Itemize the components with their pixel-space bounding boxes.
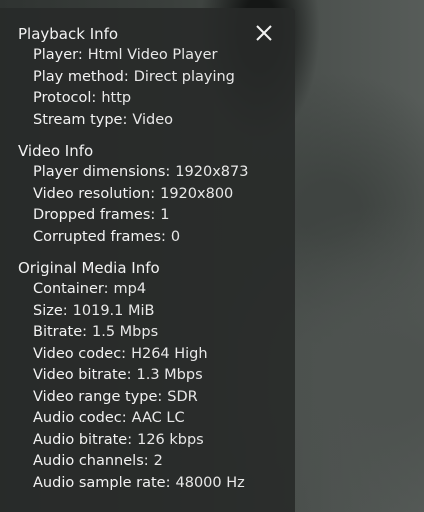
info-value: http bbox=[101, 90, 132, 106]
info-row: Player: Html Video Player bbox=[18, 45, 295, 67]
info-value: 1.5 Mbps bbox=[92, 324, 159, 340]
info-label: Video resolution: bbox=[33, 185, 156, 202]
info-value: 1019.1 MiB bbox=[72, 302, 155, 319]
playback-info-panel: Playback Info Player: Html Video Player P… bbox=[0, 8, 295, 512]
info-row: Audio codec: AAC LC bbox=[18, 408, 295, 430]
info-value: 1920x873 bbox=[175, 164, 249, 180]
info-label: Audio bitrate: bbox=[33, 431, 133, 448]
info-value: 126 kbps bbox=[137, 431, 204, 448]
close-icon bbox=[256, 25, 272, 41]
info-label: Player: bbox=[33, 47, 83, 63]
info-row: Bitrate: 1.5 Mbps bbox=[18, 322, 295, 344]
info-value: mp4 bbox=[113, 281, 147, 297]
info-label: Video range type: bbox=[33, 388, 163, 405]
info-row: Container: mp4 bbox=[18, 279, 295, 301]
info-value: 1920x800 bbox=[160, 185, 234, 202]
info-label: Corrupted frames: bbox=[33, 228, 166, 245]
info-value: 48000 Hz bbox=[175, 474, 245, 491]
info-value: 1.3 Mbps bbox=[136, 367, 203, 383]
info-value: 1 bbox=[160, 207, 170, 223]
info-label: Protocol: bbox=[33, 90, 97, 106]
info-row: Video codec: H264 High bbox=[18, 344, 295, 366]
video-player[interactable]: Playback Info Player: Html Video Player P… bbox=[0, 0, 424, 512]
info-row: Size: 1019.1 MiB bbox=[18, 301, 295, 323]
info-label: Audio channels: bbox=[33, 453, 149, 469]
info-label: Video bitrate: bbox=[33, 367, 132, 383]
info-row: Audio sample rate: 48000 Hz bbox=[18, 473, 295, 495]
info-value: AAC LC bbox=[131, 410, 185, 426]
info-row: Video resolution: 1920x800 bbox=[18, 184, 295, 206]
info-value: Html Video Player bbox=[87, 47, 218, 63]
info-row: Dropped frames: 1 bbox=[18, 205, 295, 227]
info-label: Play method: bbox=[33, 68, 129, 85]
section-title: Original Media Info bbox=[18, 259, 160, 277]
close-button[interactable] bbox=[255, 24, 273, 42]
info-value: H264 High bbox=[131, 345, 208, 362]
info-row: Player dimensions: 1920x873 bbox=[18, 162, 295, 184]
info-row: Corrupted frames: 0 bbox=[18, 227, 295, 249]
info-label: Size: bbox=[33, 302, 68, 319]
section-title: Playback Info bbox=[18, 25, 119, 43]
info-label: Bitrate: bbox=[33, 324, 87, 340]
info-label: Video codec: bbox=[33, 345, 127, 362]
original-media-info-section: Original Media Info Container: mp4 Size: 1… bbox=[18, 258, 295, 494]
info-label: Audio codec: bbox=[33, 410, 127, 426]
info-label: Audio sample rate: bbox=[33, 474, 171, 491]
playback-info-section: Playback Info Player: Html Video Player P… bbox=[18, 24, 295, 131]
info-label: Player dimensions: bbox=[33, 164, 171, 180]
info-value: Direct playing bbox=[133, 68, 235, 85]
info-value: 2 bbox=[153, 453, 163, 469]
info-label: Dropped frames: bbox=[33, 207, 156, 223]
info-row: Stream type: Video bbox=[18, 110, 295, 132]
info-value: SDR bbox=[167, 388, 198, 405]
info-row: Audio channels: 2 bbox=[18, 451, 295, 473]
info-row: Protocol: http bbox=[18, 88, 295, 110]
info-value: 0 bbox=[170, 228, 181, 245]
info-label: Container: bbox=[33, 281, 109, 297]
info-row: Audio bitrate: 126 kbps bbox=[18, 430, 295, 452]
info-row: Video range type: SDR bbox=[18, 387, 295, 409]
video-info-section: Video Info Player dimensions: 1920x873 Vi… bbox=[18, 141, 295, 248]
info-row: Play method: Direct playing bbox=[18, 67, 295, 89]
info-value: Video bbox=[132, 111, 173, 128]
section-title: Video Info bbox=[18, 142, 94, 160]
info-row: Video bitrate: 1.3 Mbps bbox=[18, 365, 295, 387]
info-label: Stream type: bbox=[33, 111, 128, 128]
